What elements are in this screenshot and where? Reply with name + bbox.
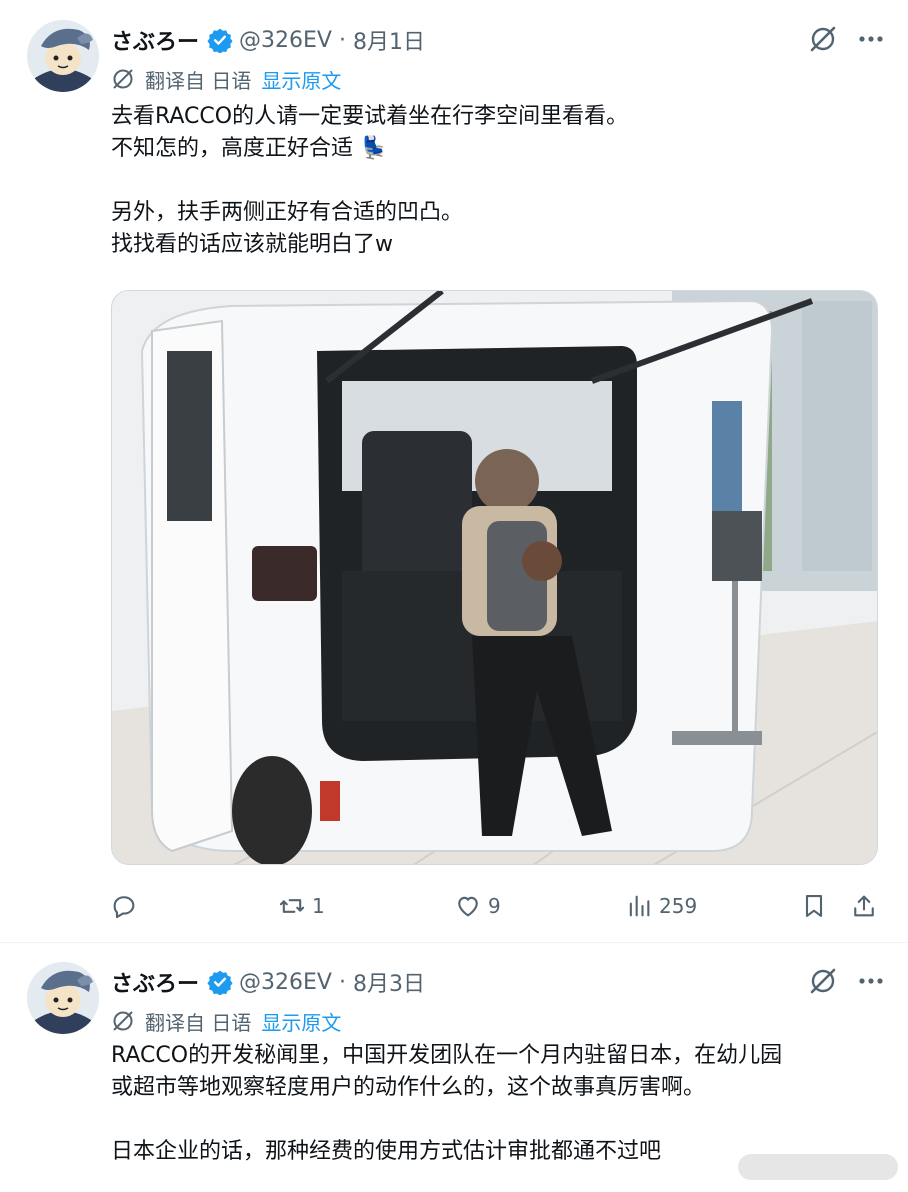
reply-button[interactable]	[110, 884, 144, 928]
reply-icon	[113, 896, 135, 919]
like-button[interactable]: 9	[454, 884, 501, 928]
views-chart-icon	[629, 895, 650, 917]
tweet-top-actions	[808, 966, 886, 996]
retweet-button[interactable]: 1	[278, 884, 325, 928]
translation-bar: 翻译自 日语 显示原文	[111, 64, 341, 94]
views-button[interactable]: 259	[625, 884, 697, 928]
tweet-text: RACCO的开发秘闻里，中国开发团队在一个月内驻留日本，在幼儿园 或超市等地观察…	[111, 1040, 871, 1168]
watermark	[738, 1154, 898, 1180]
tweet-text-line: 找找看的话应该就能明白了w	[111, 232, 393, 257]
tweet-date[interactable]: 8月1日	[353, 24, 425, 56]
tweet-header: さぶろー @326EV · 8月1日	[111, 22, 425, 58]
author-handle[interactable]: @326EV	[239, 970, 332, 995]
author-name[interactable]: さぶろー	[111, 24, 199, 56]
tweet-top-actions	[808, 24, 886, 54]
show-original-link[interactable]: 显示原文	[261, 65, 341, 94]
verified-badge-icon	[207, 970, 233, 995]
share-icon	[854, 895, 874, 917]
author-name[interactable]: さぶろー	[111, 966, 199, 998]
avatar[interactable]	[27, 20, 99, 92]
retweet-count: 1	[312, 894, 325, 918]
views-count: 259	[659, 894, 698, 918]
show-original-link[interactable]: 显示原文	[261, 1007, 341, 1036]
bookmark-icon	[805, 895, 823, 917]
tweet-text-line: 去看RACCO的人请一定要试着坐在行李空间里看看。	[111, 104, 629, 129]
tweet-photo[interactable]	[111, 290, 878, 865]
tweet[interactable]: さぶろー @326EV · 8月3日 翻译自 日语 显示原文 RACCO的开发秘…	[0, 942, 908, 1192]
more-options-icon[interactable]	[856, 24, 886, 54]
retweet-icon	[279, 899, 305, 913]
translate-globe-icon	[113, 69, 133, 89]
like-count: 9	[488, 894, 501, 918]
separator-dot: ·	[338, 27, 346, 53]
avatar[interactable]	[27, 962, 99, 1034]
bookmark-button[interactable]	[800, 884, 828, 928]
tweet-text: 去看RACCO的人请一定要试着坐在行李空间里看看。 不知怎的，高度正好合适 💺 …	[111, 101, 871, 261]
tweet-action-bar: 1 9 259	[110, 884, 880, 928]
separator-dot: ·	[338, 969, 346, 995]
author-handle[interactable]: @326EV	[239, 28, 332, 53]
tweet[interactable]: さぶろー @326EV · 8月1日 翻译自 日语 显示原文 去看RACCO的人…	[0, 0, 908, 942]
more-options-icon[interactable]	[856, 966, 886, 996]
otter-avatar-icon	[27, 962, 99, 1034]
tweet-date[interactable]: 8月3日	[353, 966, 425, 998]
tweet-text-line: RACCO的开发秘闻里，中国开发团队在一个月内驻留日本，在幼儿园	[111, 1043, 783, 1068]
verified-badge-icon	[207, 28, 233, 53]
tweet-header: さぶろー @326EV · 8月3日	[111, 964, 425, 1000]
tweet-text-line: 另外，扶手两侧正好有合适的凹凸。	[111, 200, 464, 225]
tweet-text-line: 不知怎的，高度正好合适 💺	[111, 136, 388, 161]
tweet-text-line: 或超市等地观察轻度用户的动作什么的，这个故事真厉害啊。	[111, 1075, 706, 1100]
share-button[interactable]	[850, 884, 878, 928]
translation-bar: 翻译自 日语 显示原文	[111, 1006, 341, 1036]
heart-icon	[458, 896, 478, 917]
grok-icon[interactable]	[808, 24, 838, 54]
grok-icon[interactable]	[808, 966, 838, 996]
translated-from-label: 翻译自 日语	[145, 1010, 252, 1035]
otter-avatar-icon	[27, 20, 99, 92]
translated-from-label: 翻译自 日语	[145, 68, 252, 93]
photo-car-cargo-icon	[112, 291, 877, 864]
translate-globe-icon	[113, 1011, 133, 1031]
